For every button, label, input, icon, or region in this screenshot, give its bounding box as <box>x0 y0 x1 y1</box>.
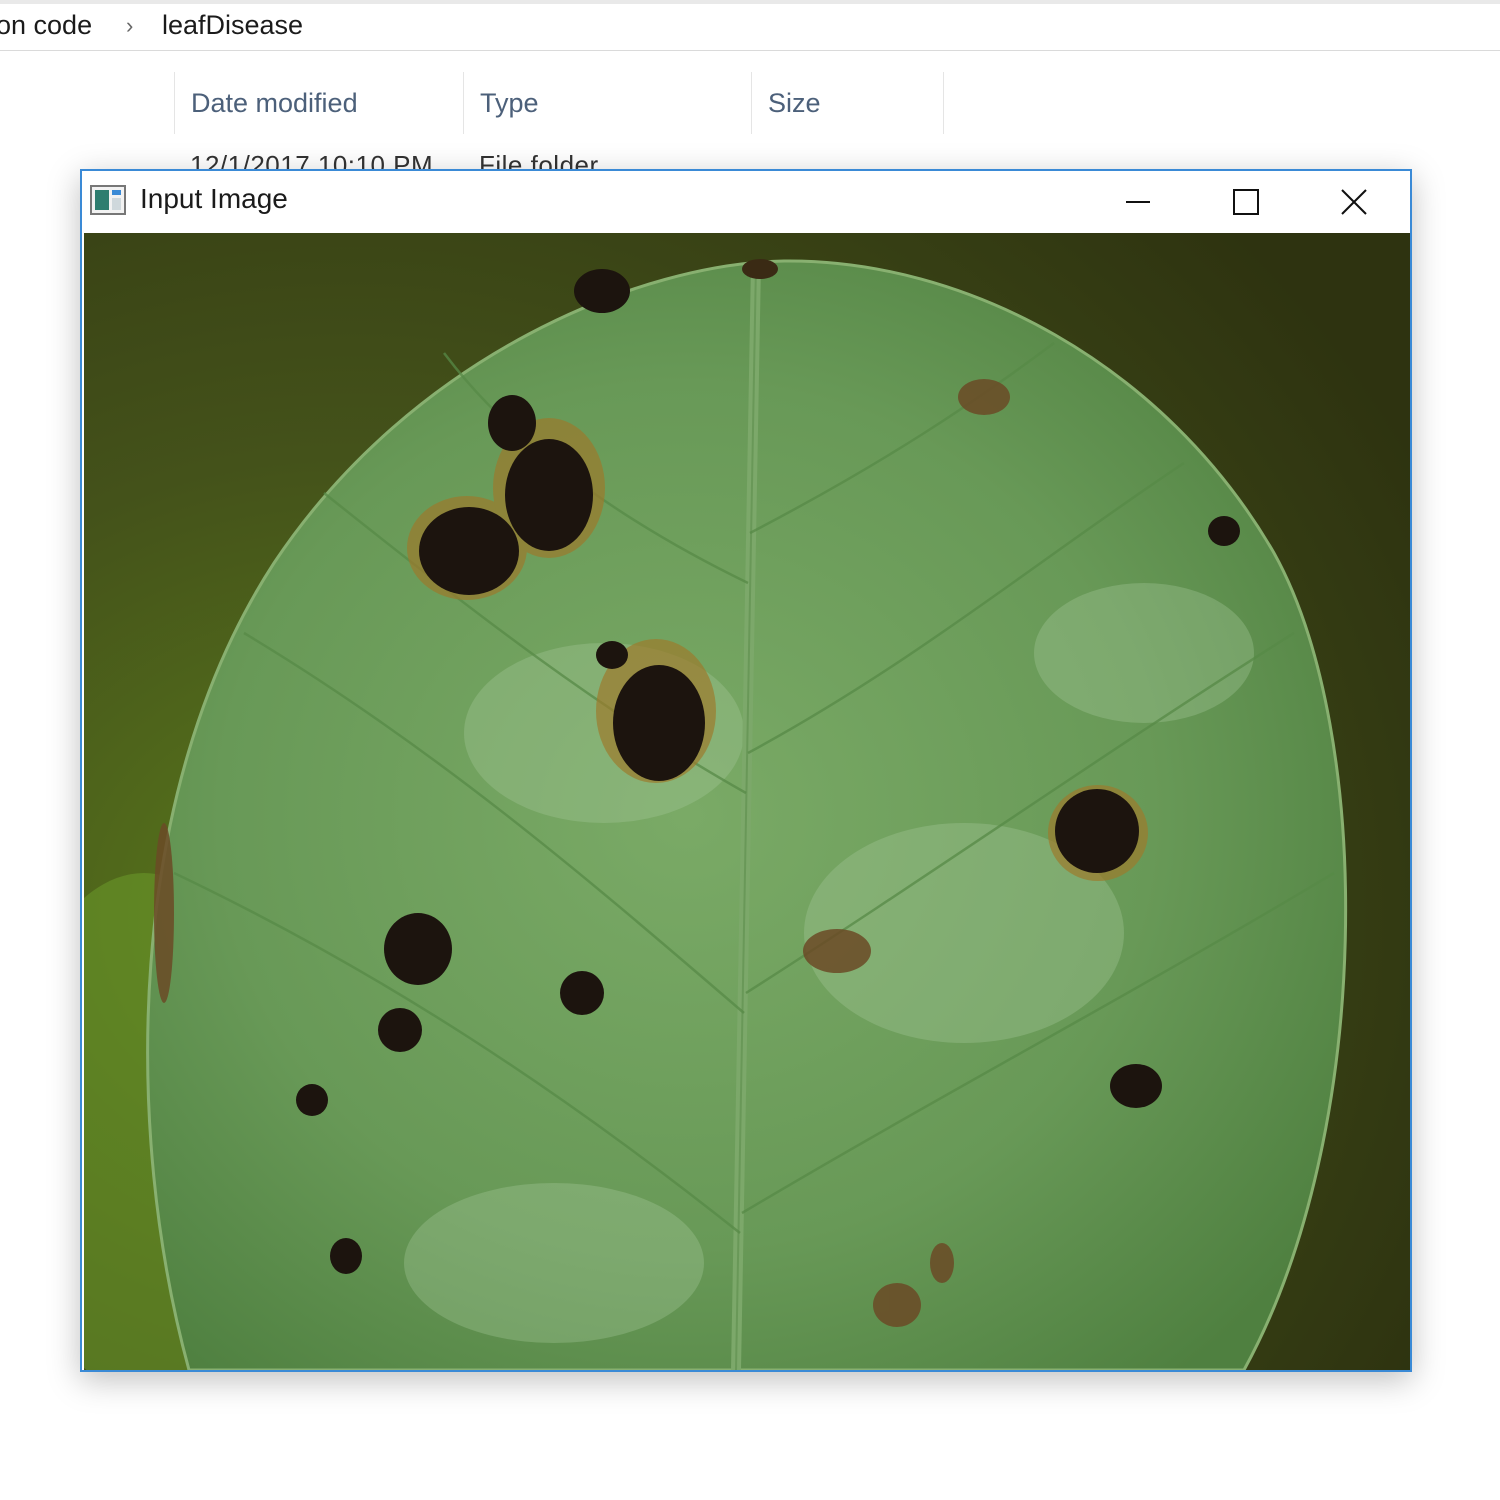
window-titlebar[interactable]: Input Image <box>82 171 1410 233</box>
column-header-date-modified-label: Date modified <box>191 88 358 118</box>
column-header-size[interactable]: Size <box>751 72 943 134</box>
maximize-button[interactable] <box>1192 171 1300 233</box>
breadcrumb-item-parent[interactable]: on code <box>0 10 92 41</box>
image-canvas <box>84 233 1410 1370</box>
maximize-icon <box>1233 189 1259 215</box>
column-header-size-label: Size <box>768 88 821 118</box>
column-header-date-modified[interactable]: Date modified <box>174 72 463 134</box>
window-title: Input Image <box>140 183 288 214</box>
minimize-button[interactable] <box>1084 171 1192 233</box>
minimize-icon <box>1126 201 1150 203</box>
input-image-window[interactable]: Input Image <box>80 169 1412 1372</box>
app-icon <box>90 185 126 215</box>
address-bar[interactable]: on code › leafDisease <box>0 4 1500 51</box>
column-header-type-label: Type <box>480 88 539 118</box>
close-icon <box>1341 189 1367 215</box>
column-divider[interactable] <box>943 72 944 134</box>
breadcrumb-separator-icon[interactable]: › <box>126 13 133 39</box>
leaf-image <box>84 233 1410 1370</box>
column-header-type[interactable]: Type <box>463 72 751 134</box>
close-button[interactable] <box>1300 171 1408 233</box>
breadcrumb-item-current[interactable]: leafDisease <box>162 10 303 41</box>
